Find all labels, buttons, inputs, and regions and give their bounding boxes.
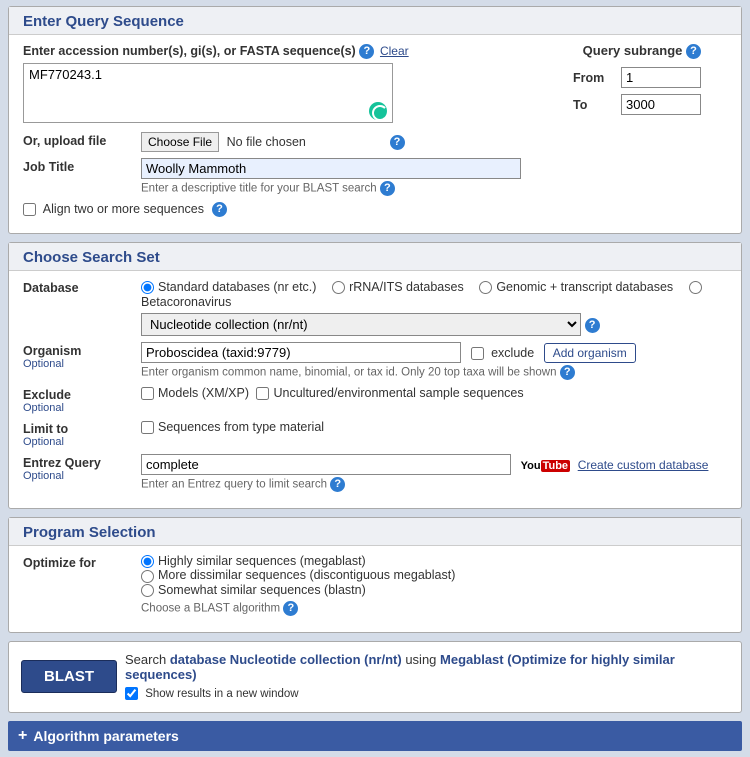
- exclude-models-checkbox[interactable]: [141, 387, 154, 400]
- help-icon[interactable]: ?: [380, 181, 395, 196]
- subrange-title: Query subrange: [583, 43, 683, 58]
- to-input[interactable]: [621, 94, 701, 115]
- custom-db-link[interactable]: Create custom database: [578, 458, 709, 472]
- jobtitle-label: Job Title: [23, 158, 133, 174]
- exclude-text: exclude: [491, 346, 534, 360]
- search-word: Search: [125, 652, 166, 667]
- optional-text: Optional: [23, 358, 133, 370]
- to-label: To: [573, 98, 613, 112]
- opt-mega-radio[interactable]: [141, 555, 154, 568]
- query-prompt: Enter accession number(s), gi(s), or FAS…: [23, 44, 356, 58]
- panel-header-query: Enter Query Sequence: [9, 7, 741, 35]
- organism-input[interactable]: [141, 342, 461, 363]
- limit-seq-label[interactable]: Sequences from type material: [141, 420, 324, 434]
- algorithm-parameters-toggle[interactable]: + Algorithm parameters: [8, 721, 742, 751]
- limit-seq-checkbox[interactable]: [141, 421, 154, 434]
- radio-text: Genomic + transcript databases: [496, 280, 673, 294]
- panel-header-program: Program Selection: [9, 518, 741, 546]
- database-select[interactable]: Nucleotide collection (nr/nt): [141, 313, 581, 336]
- help-icon[interactable]: ?: [390, 135, 405, 150]
- enter-query-panel: Enter Query Sequence Enter accession num…: [8, 6, 742, 234]
- opt-disc-label[interactable]: More dissimilar sequences (discontiguous…: [141, 568, 455, 582]
- show-new-window-checkbox[interactable]: [125, 687, 138, 700]
- radio-text: More dissimilar sequences (discontiguous…: [158, 568, 455, 582]
- checkbox-text: Uncultured/environmental sample sequence…: [273, 386, 523, 400]
- radio-text: Betacoronavirus: [141, 295, 231, 309]
- db-radio-std[interactable]: Standard databases (nr etc.): [141, 280, 316, 294]
- db-radio-genomic-input[interactable]: [479, 281, 492, 294]
- checkbox-text: Models (XM/XP): [158, 386, 249, 400]
- jobtitle-helper: Enter a descriptive title for your BLAST…: [141, 183, 377, 195]
- clear-link[interactable]: Clear: [380, 44, 409, 58]
- radio-text: rRNA/ITS databases: [349, 280, 464, 294]
- from-label: From: [573, 71, 613, 85]
- choose-algo-helper: Choose a BLAST algorithm: [141, 602, 280, 614]
- help-icon[interactable]: ?: [212, 202, 227, 217]
- exclude-organism-checkbox[interactable]: [471, 347, 484, 360]
- show-new-text: Show results in a new window: [145, 688, 298, 700]
- help-icon[interactable]: ?: [330, 477, 345, 492]
- opt-blastn-radio[interactable]: [141, 584, 154, 597]
- db-radio-genomic[interactable]: Genomic + transcript databases: [479, 280, 673, 294]
- organism-helper: Enter organism common name, binomial, or…: [141, 367, 556, 379]
- optional-text: Optional: [23, 402, 133, 414]
- optional-text: Optional: [23, 470, 133, 482]
- add-organism-button[interactable]: Add organism: [544, 343, 636, 363]
- blast-footer-panel: BLAST Search database Nucleotide collect…: [8, 641, 742, 713]
- query-subrange: Query subrange ? From To: [573, 43, 701, 115]
- exclude-organism-label[interactable]: exclude: [471, 346, 538, 360]
- optimize-label: Optimize for: [23, 554, 133, 570]
- blast-button[interactable]: BLAST: [21, 660, 117, 693]
- jobtitle-input[interactable]: [141, 158, 521, 179]
- optional-text: Optional: [23, 436, 133, 448]
- align-two-checkbox-label[interactable]: Align two or more sequences: [23, 202, 204, 216]
- exclude-uncultured-checkbox[interactable]: [256, 387, 269, 400]
- plus-icon: +: [18, 727, 27, 745]
- no-file-text: No file chosen: [227, 135, 306, 149]
- upload-label: Or, upload file: [23, 132, 133, 148]
- organism-label: Organism: [23, 344, 81, 358]
- query-textarea[interactable]: MF770243.1: [23, 63, 393, 123]
- entrez-input[interactable]: [141, 454, 511, 475]
- help-icon[interactable]: ?: [686, 44, 701, 59]
- opt-mega-label[interactable]: Highly similar sequences (megablast): [141, 554, 366, 568]
- summary-db: database Nucleotide collection (nr/nt): [170, 652, 402, 667]
- db-radio-std-input[interactable]: [141, 281, 154, 294]
- database-label: Database: [23, 279, 133, 295]
- panel-header-search: Choose Search Set: [9, 243, 741, 271]
- from-input[interactable]: [621, 67, 701, 88]
- show-new-window-label[interactable]: Show results in a new window: [125, 688, 299, 700]
- opt-blastn-label[interactable]: Somewhat similar sequences (blastn): [141, 583, 366, 597]
- using-word: using: [405, 652, 436, 667]
- limit-label: Limit to: [23, 422, 68, 436]
- radio-text: Standard databases (nr etc.): [158, 280, 316, 294]
- align-two-text: Align two or more sequences: [43, 202, 204, 216]
- entrez-label: Entrez Query: [23, 456, 101, 470]
- align-two-checkbox[interactable]: [23, 203, 36, 216]
- algo-params-label: Algorithm parameters: [33, 728, 178, 744]
- search-set-panel: Choose Search Set Database Standard data…: [8, 242, 742, 509]
- program-selection-panel: Program Selection Optimize for Highly si…: [8, 517, 742, 633]
- exclude-models-label[interactable]: Models (XM/XP): [141, 386, 249, 400]
- db-radio-beta-input[interactable]: [689, 281, 702, 294]
- grammarly-icon[interactable]: [369, 102, 387, 120]
- db-radio-rrna[interactable]: rRNA/ITS databases: [332, 280, 464, 294]
- youtube-icon[interactable]: YouTube: [521, 460, 570, 472]
- checkbox-text: Sequences from type material: [158, 420, 324, 434]
- help-icon[interactable]: ?: [585, 318, 600, 333]
- opt-disc-radio[interactable]: [141, 570, 154, 583]
- radio-text: Highly similar sequences (megablast): [158, 554, 366, 568]
- help-icon[interactable]: ?: [283, 601, 298, 616]
- help-icon[interactable]: ?: [560, 365, 575, 380]
- exclude-label: Exclude: [23, 388, 71, 402]
- choose-file-button[interactable]: Choose File: [141, 132, 219, 152]
- exclude-uncultured-label[interactable]: Uncultured/environmental sample sequence…: [256, 386, 523, 400]
- radio-text: Somewhat similar sequences (blastn): [158, 583, 366, 597]
- entrez-helper: Enter an Entrez query to limit search: [141, 479, 327, 491]
- help-icon[interactable]: ?: [359, 44, 374, 59]
- db-radio-rrna-input[interactable]: [332, 281, 345, 294]
